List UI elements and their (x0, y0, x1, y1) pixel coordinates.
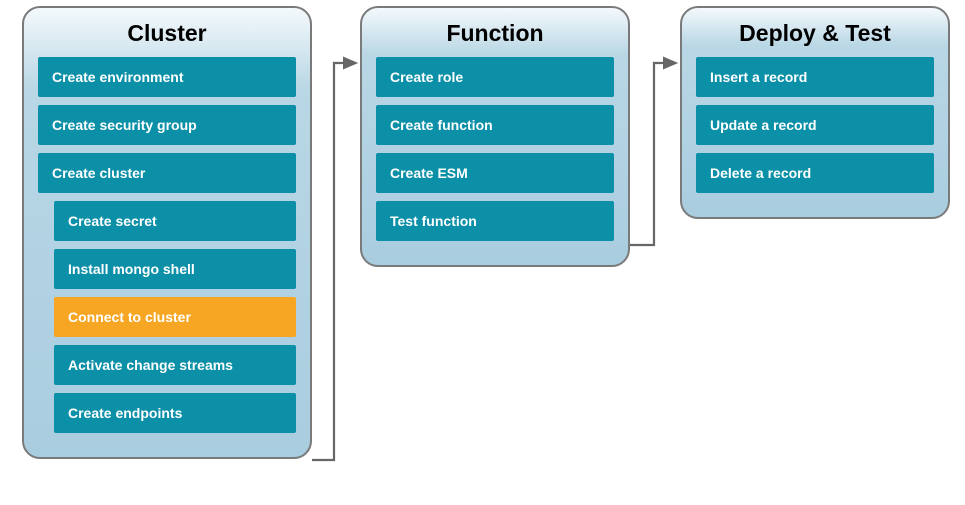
step-create-esm[interactable]: Create ESM (376, 153, 614, 193)
panel-title-function: Function (376, 20, 614, 47)
step-create-role[interactable]: Create role (376, 57, 614, 97)
step-create-endpoints[interactable]: Create endpoints (54, 393, 296, 433)
step-create-environment[interactable]: Create environment (38, 57, 296, 97)
step-activate-change-streams[interactable]: Activate change streams (54, 345, 296, 385)
step-update-record[interactable]: Update a record (696, 105, 934, 145)
step-test-function[interactable]: Test function (376, 201, 614, 241)
panel-function: Function Create role Create function Cre… (360, 6, 630, 267)
panel-deploy-test: Deploy & Test Insert a record Update a r… (680, 6, 950, 219)
arrow-function-to-deploy (630, 55, 682, 275)
step-create-cluster[interactable]: Create cluster (38, 153, 296, 193)
step-insert-record[interactable]: Insert a record (696, 57, 934, 97)
panel-title-deploy: Deploy & Test (696, 20, 934, 47)
step-delete-record[interactable]: Delete a record (696, 153, 934, 193)
panel-title-cluster: Cluster (38, 20, 296, 47)
step-connect-to-cluster[interactable]: Connect to cluster (54, 297, 296, 337)
step-create-secret[interactable]: Create secret (54, 201, 296, 241)
arrow-cluster-to-function (312, 55, 362, 475)
panel-cluster: Cluster Create environment Create securi… (22, 6, 312, 459)
step-create-security-group[interactable]: Create security group (38, 105, 296, 145)
step-install-mongo-shell[interactable]: Install mongo shell (54, 249, 296, 289)
step-create-function[interactable]: Create function (376, 105, 614, 145)
